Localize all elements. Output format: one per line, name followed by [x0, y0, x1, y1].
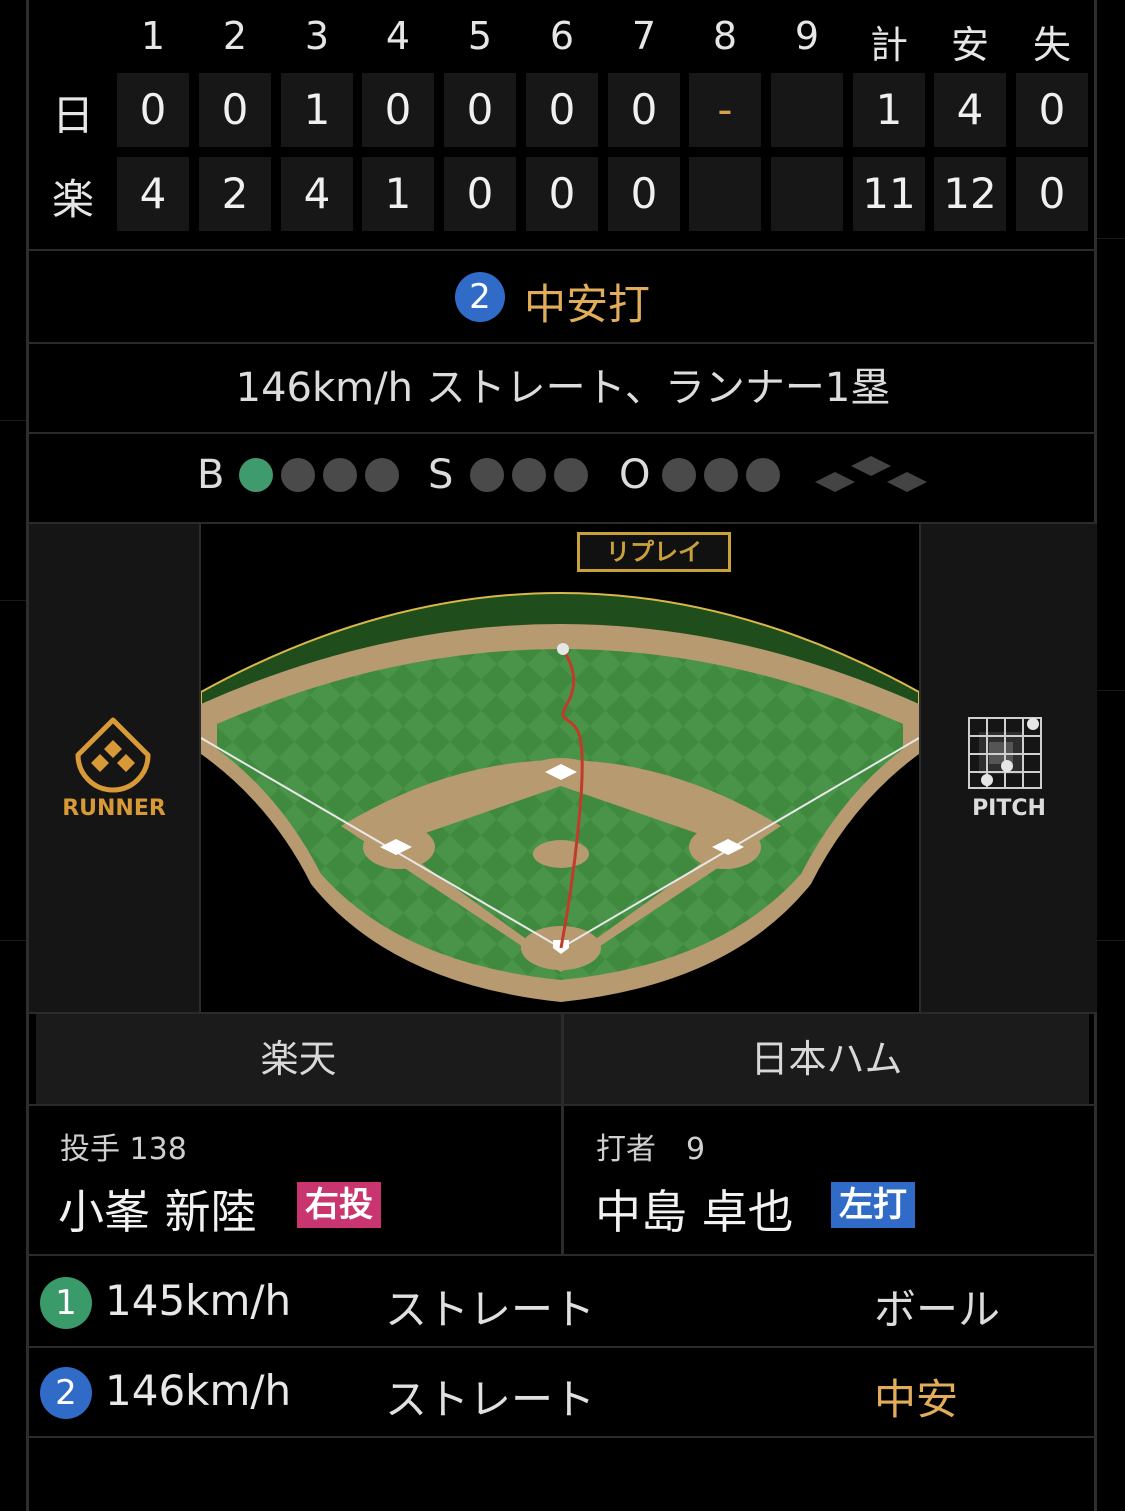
score-cell: 0 — [444, 157, 516, 231]
pitch-speed: 145km/h — [105, 1276, 292, 1325]
errors-total: 0 — [1016, 73, 1088, 147]
background-divider — [0, 420, 26, 421]
outs-label: O — [619, 452, 651, 498]
ball-dot — [239, 458, 273, 492]
balls-label: B — [197, 452, 225, 498]
inning-header: 7 — [631, 14, 657, 58]
ball-dot — [281, 458, 315, 492]
score-cell: 4 — [281, 157, 353, 231]
ball-dot — [365, 458, 399, 492]
pitch-number-badge: 1 — [40, 1277, 92, 1329]
pitch-label: PITCH — [972, 796, 1046, 821]
inning-header: 1 — [140, 14, 166, 58]
play-result-header: 2 中安打 — [29, 252, 1097, 342]
pitch-list-item[interactable]: 1 145km/h ストレート ボール — [29, 1258, 1097, 1346]
score-cell — [771, 157, 843, 231]
pitch-speed: 146km/h — [105, 1366, 292, 1415]
play-result-title: 中安打 — [524, 280, 651, 329]
out-dot — [704, 458, 738, 492]
matchup-players: 投手 138 小峯 新陸 右投 打者 9 中島 卓也 左打 — [29, 1106, 1097, 1254]
home-team-abbr: 楽 — [51, 175, 94, 224]
pitch-type: ストレート — [385, 1285, 596, 1334]
pitcher-hand-badge: 右投 — [297, 1182, 381, 1228]
play-description: 146km/h ストレート、ランナー1塁 — [235, 365, 891, 411]
game-detail-panel: 1 2 3 4 5 6 7 8 9 計 安 失 日 0 0 1 0 0 0 0 … — [29, 0, 1097, 1511]
pitch-result: 中安 — [874, 1375, 959, 1424]
score-cell: 0 — [526, 73, 598, 147]
score-cell: 0 — [199, 73, 271, 147]
divider — [29, 249, 1097, 251]
away-team-abbr: 日 — [51, 91, 94, 140]
batter-team: 日本ハム — [564, 1014, 1089, 1104]
hits-header: 安 — [950, 23, 989, 67]
score-cell — [771, 73, 843, 147]
score-cell: 0 — [608, 157, 680, 231]
ball-count: B S O — [29, 434, 1097, 522]
pitch-list-item[interactable]: 2 146km/h ストレート 中安 — [29, 1348, 1097, 1436]
score-cell — [689, 157, 761, 231]
errors-total: 0 — [1016, 157, 1088, 231]
runner-panel[interactable]: RUNNER — [29, 524, 199, 1012]
strikes-label: S — [428, 452, 454, 498]
field-view: RUNNER リプレイ PITCH — [29, 524, 1097, 1012]
batter-role: 打者 9 — [596, 1132, 706, 1167]
runs-header: 計 — [869, 23, 908, 67]
pitcher-name[interactable]: 小峯 新陸 — [58, 1176, 257, 1242]
hits-total: 4 — [934, 73, 1006, 147]
score-cell: 1 — [281, 73, 353, 147]
out-dot — [662, 458, 696, 492]
background-divider — [0, 600, 26, 601]
strike-dot — [470, 458, 504, 492]
pitcher-team: 楽天 — [36, 1014, 561, 1104]
ball-dot — [323, 458, 357, 492]
matchup-teams: 楽天 日本ハム — [29, 1014, 1097, 1254]
runner-label: RUNNER — [62, 796, 166, 821]
background-divider — [1097, 690, 1125, 691]
score-cell: 1 — [362, 157, 434, 231]
inning-header: 5 — [467, 14, 493, 58]
pitcher-role: 投手 138 — [60, 1132, 187, 1167]
inning-header: 2 — [222, 14, 248, 58]
baseball-field — [201, 592, 919, 1002]
background-divider — [1097, 238, 1125, 239]
strike-zone-icon — [968, 717, 1042, 789]
play-number-badge: 2 — [455, 272, 505, 322]
runs-total: 11 — [853, 157, 925, 231]
errors-header: 失 — [1032, 23, 1071, 67]
runner-icon — [75, 717, 151, 793]
runs-total: 1 — [853, 73, 925, 147]
pitch-result: ボール — [874, 1285, 1001, 1334]
pitch-number-badge: 2 — [40, 1367, 92, 1419]
background-divider — [0, 940, 26, 941]
score-cell: 0 — [444, 73, 516, 147]
background-divider — [1097, 940, 1125, 941]
score-cell: 0 — [608, 73, 680, 147]
divider — [29, 1436, 1097, 1438]
inning-header: 6 — [549, 14, 575, 58]
strike-dot — [554, 458, 588, 492]
score-cell: 0 — [117, 73, 189, 147]
bases-icon — [815, 456, 927, 492]
replay-button[interactable]: リプレイ — [577, 532, 731, 572]
inning-header: 9 — [794, 14, 820, 58]
hits-total: 12 — [934, 157, 1006, 231]
out-dot — [746, 458, 780, 492]
score-cell-current: - — [689, 73, 761, 147]
pitch-type: ストレート — [385, 1375, 596, 1424]
batter-hand-badge: 左打 — [831, 1182, 915, 1228]
score-cell: 2 — [199, 157, 271, 231]
batter-name[interactable]: 中島 卓也 — [595, 1176, 794, 1242]
inning-header: 8 — [712, 14, 738, 58]
score-cell: 4 — [117, 157, 189, 231]
inning-header: 3 — [304, 14, 330, 58]
strike-dot — [512, 458, 546, 492]
inning-header: 4 — [385, 14, 411, 58]
score-cell: 0 — [526, 157, 598, 231]
pitch-panel[interactable]: PITCH — [921, 524, 1097, 1012]
divider — [29, 1254, 1097, 1256]
score-cell: 0 — [362, 73, 434, 147]
